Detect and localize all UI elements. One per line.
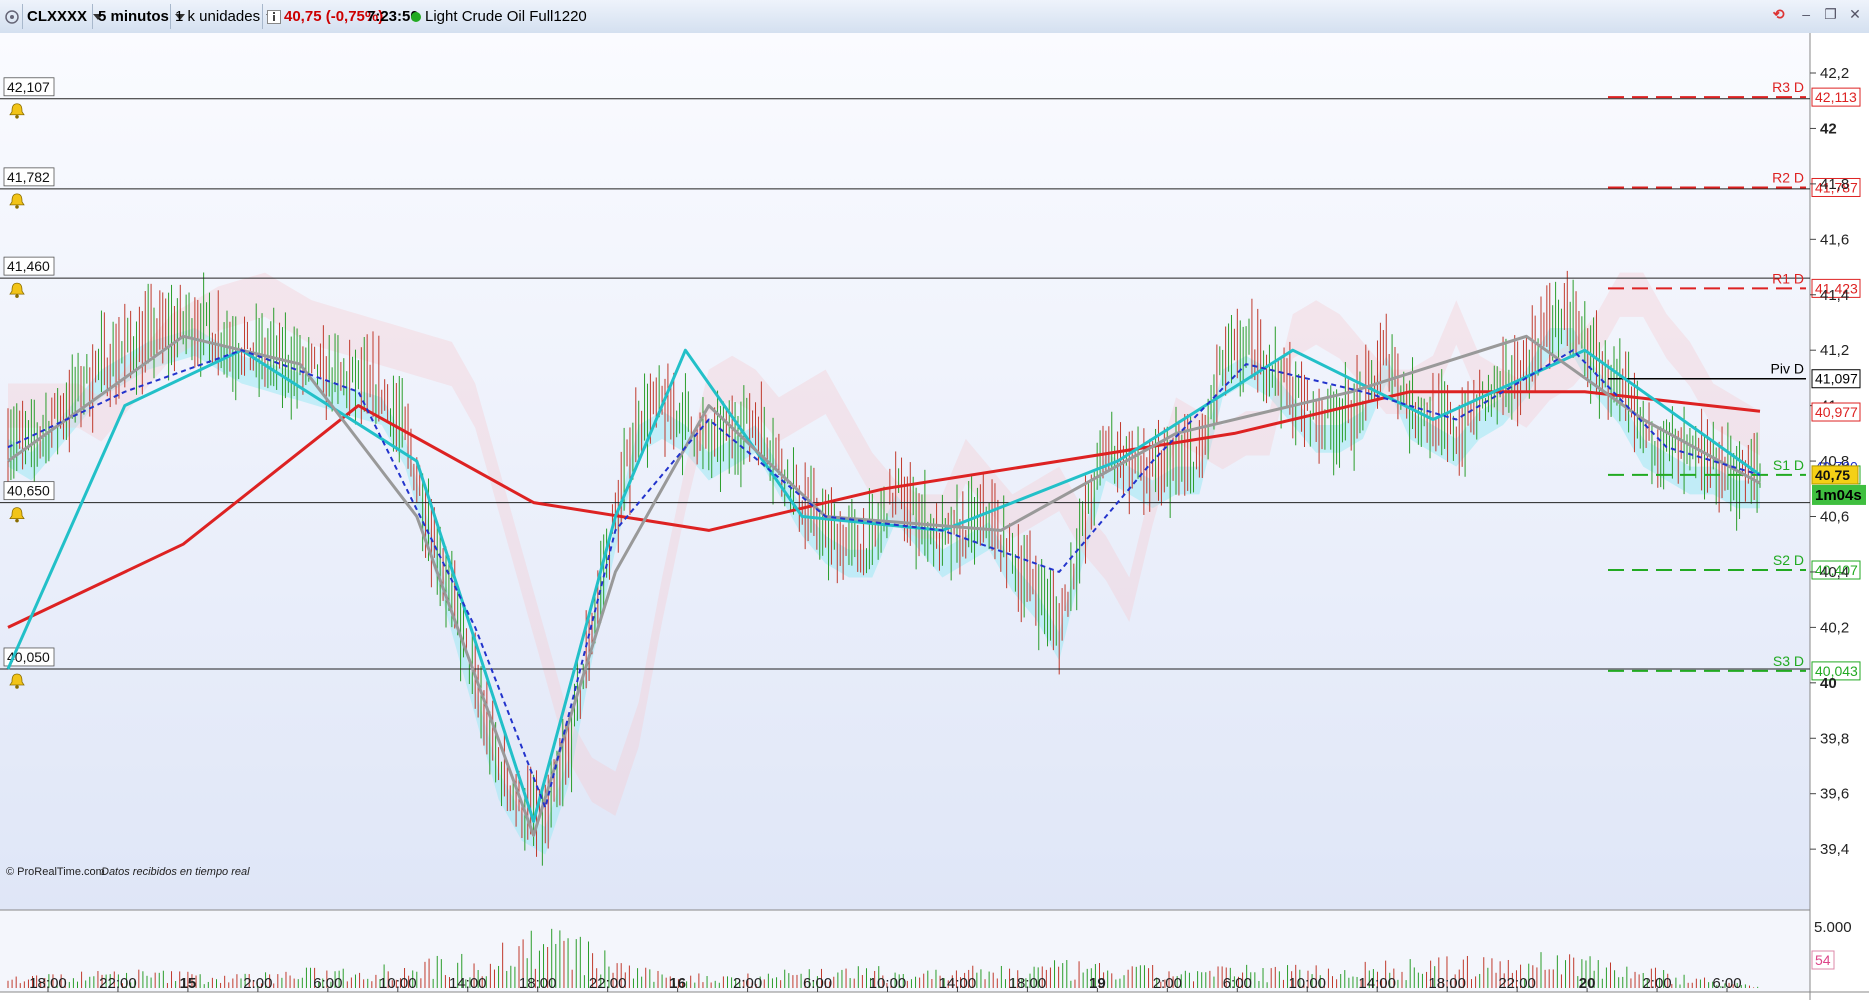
- window-controls: ⟲ – ❐ ✕: [1764, 6, 1863, 26]
- time-label: 16: [669, 975, 686, 992]
- pivot-value: 41,097: [1815, 371, 1858, 387]
- info-icon[interactable]: [267, 0, 281, 33]
- pivot-label: S2 D: [1773, 552, 1804, 568]
- instrument-name: Light Crude Oil Full1220: [425, 8, 587, 25]
- price-tick-label: 42: [1820, 120, 1837, 137]
- time-label: 14:00: [449, 975, 487, 992]
- time-label: 2:00: [1153, 975, 1182, 992]
- time-label: 6:00: [1712, 975, 1741, 992]
- chart-background: [0, 33, 1810, 910]
- price-tick-label: 41,8: [1820, 176, 1849, 193]
- price-tick-label: 40,6: [1820, 509, 1849, 526]
- time-label: 22:00: [589, 975, 627, 992]
- price-tick-label: 41,4: [1820, 287, 1849, 304]
- time-label: 10:00: [379, 975, 417, 992]
- time-label: 15: [180, 975, 197, 992]
- pivot-label: R3 D: [1772, 79, 1804, 95]
- time-label: 6:00: [1223, 975, 1252, 992]
- countdown: 1m04s: [1815, 487, 1862, 504]
- time-label: 18:00: [519, 975, 557, 992]
- time-label: 14:00: [939, 975, 977, 992]
- time-label: 10:00: [869, 975, 907, 992]
- pivot-label: Piv D: [1771, 361, 1804, 377]
- minimize-icon[interactable]: –: [1798, 6, 1814, 22]
- time-label: 6:00: [313, 975, 342, 992]
- time-label: 2:00: [733, 975, 762, 992]
- ma-value: 40,977: [1815, 404, 1858, 420]
- time-label: 14:00: [1358, 975, 1396, 992]
- price-tick-label: 39,6: [1820, 786, 1849, 803]
- price-tick-label: 39,4: [1820, 841, 1849, 858]
- time-label: 2:00: [1642, 975, 1671, 992]
- time-label: 18:00: [1009, 975, 1047, 992]
- pivot-label: R2 D: [1772, 169, 1804, 185]
- price-tick-label: 39,8: [1820, 730, 1849, 747]
- current-price: 40,75: [1815, 467, 1850, 483]
- price-tick-label: 41,2: [1820, 342, 1849, 359]
- price-tick-label: 41,6: [1820, 231, 1849, 248]
- alert-value-label: 41,460: [7, 258, 50, 274]
- toolbar: CLXXXX 5 minutos 1 k unidades 40,75 (-0,…: [0, 0, 1869, 34]
- price-tick-label: 40,2: [1820, 619, 1849, 636]
- connection-status-icon: [410, 0, 422, 33]
- close-icon[interactable]: ✕: [1847, 6, 1863, 22]
- time-label: 18:00: [29, 975, 67, 992]
- pivot-value: 42,113: [1815, 89, 1857, 105]
- price-chart[interactable]: 42,10741,78241,46040,65040,050 R3 D42,11…: [0, 33, 1869, 1000]
- refresh-icon[interactable]: ⟲: [1768, 6, 1790, 22]
- time-label: 19: [1089, 975, 1106, 992]
- time-label: 6:00: [803, 975, 832, 992]
- alert-value-label: 40,650: [7, 483, 50, 499]
- price-tick-label: 42,2: [1820, 65, 1849, 82]
- time-label: 22:00: [99, 975, 137, 992]
- chart-menu-icon[interactable]: [4, 0, 22, 33]
- time-label: 10:00: [1288, 975, 1326, 992]
- volume-current: 54: [1815, 952, 1831, 968]
- restore-icon[interactable]: ❐: [1823, 6, 1839, 22]
- time-label: 20: [1579, 975, 1596, 992]
- timeframe-selector[interactable]: 5 minutos: [98, 0, 185, 33]
- units-selector[interactable]: 1 k unidades: [175, 0, 277, 33]
- price-tick-label: 40,4: [1820, 564, 1849, 581]
- price-tick-label: 40: [1820, 675, 1837, 692]
- time-label: 2:00: [243, 975, 272, 992]
- alert-value-label: 42,107: [7, 79, 50, 95]
- copyright: © ProRealTime.com: [6, 866, 105, 878]
- time-label: 22:00: [1498, 975, 1536, 992]
- pivot-label: R1 D: [1772, 270, 1804, 286]
- time-label: 18:00: [1428, 975, 1466, 992]
- volume-axis-label: 5.000: [1814, 919, 1852, 936]
- data-note: Datos recibidos en tiempo real: [101, 866, 250, 878]
- pivot-label: S3 D: [1773, 653, 1804, 669]
- alert-value-label: 41,782: [7, 169, 50, 185]
- pivot-label: S1 D: [1773, 457, 1804, 473]
